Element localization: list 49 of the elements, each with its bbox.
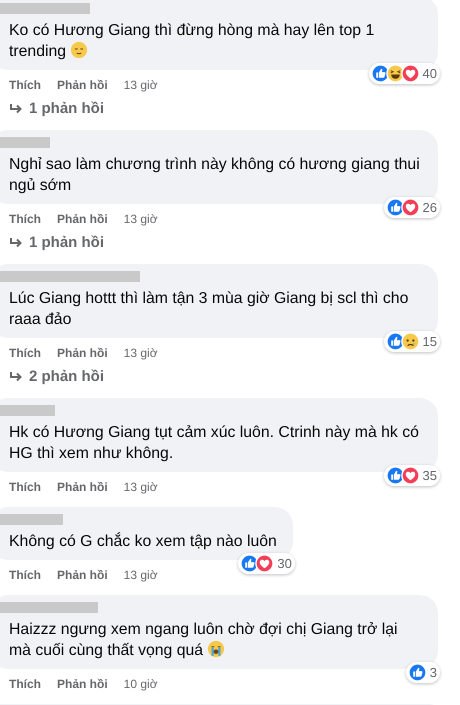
timestamp[interactable]: 10 giờ <box>124 677 158 691</box>
like-link[interactable]: Thích <box>9 677 41 691</box>
reaction-count: 26 <box>422 200 437 215</box>
crying-face-icon <box>207 640 226 658</box>
like-link[interactable]: Thích <box>9 78 41 92</box>
redacted-name <box>0 137 50 148</box>
reply-arrow-icon <box>9 102 23 114</box>
reply-link[interactable]: Phản hồi <box>57 568 108 582</box>
reaction-count: 30 <box>277 556 292 571</box>
reply-link[interactable]: Phản hồi <box>57 346 108 360</box>
reaction-badge[interactable]: 35 <box>384 465 440 486</box>
like-icon <box>408 663 427 682</box>
timestamp[interactable]: 13 giờ <box>124 346 158 360</box>
comment-text: Nghỉ sao làm chương trình này không có hương giang thui ngủ sớm <box>9 155 421 196</box>
reaction-badge[interactable]: 40 <box>368 63 440 84</box>
replies-link[interactable]: 1 phản hồi <box>29 100 104 117</box>
reaction-count: 35 <box>422 468 437 483</box>
reaction-count: 3 <box>430 665 437 680</box>
like-link[interactable]: Thích <box>9 346 41 360</box>
reaction-badge[interactable]: 26 <box>384 197 440 218</box>
reply-link[interactable]: Phản hồi <box>57 212 108 226</box>
comment-text: Haizzz ngưng xem ngang luôn chờ đợi chị Giang trở lại mà cuối cùng thất vọng quá <box>9 620 398 661</box>
sad-face-icon <box>400 332 420 351</box>
reply-link[interactable]: Phản hồi <box>57 78 108 92</box>
timestamp[interactable]: 13 giờ <box>124 568 158 582</box>
relieved-face-icon <box>70 41 88 59</box>
reaction-badge[interactable]: 30 <box>238 553 295 574</box>
like-link[interactable]: Thích <box>9 480 41 494</box>
comment-text: Lúc Giang hottt thì làm tận 3 mùa giờ Giang bị scl thì cho raaa đảo <box>9 289 410 330</box>
timestamp[interactable]: 13 giờ <box>124 480 158 494</box>
timestamp[interactable]: 13 giờ <box>124 212 158 226</box>
reaction-badge[interactable]: 3 <box>406 662 440 683</box>
reply-link[interactable]: Phản hồi <box>57 480 108 494</box>
reply-link[interactable]: Phản hồi <box>57 677 108 691</box>
reply-arrow-icon <box>9 370 23 382</box>
like-link[interactable]: Thích <box>9 568 41 582</box>
reply-arrow-icon <box>9 236 23 248</box>
comment-text: Ko có Hương Giang thì đừng hòng mà hay lên top 1 trending <box>9 21 376 62</box>
reaction-count: 15 <box>422 334 437 349</box>
reaction-count: 40 <box>422 66 437 81</box>
like-link[interactable]: Thích <box>9 212 41 226</box>
redacted-name <box>0 514 63 525</box>
replies-link[interactable]: 1 phản hồi <box>29 234 104 251</box>
redacted-name <box>0 405 55 416</box>
comment-text: Hk có Hương Giang tụt cảm xúc luôn. Ctrinh này mà hk có HG thì xem như không. <box>9 423 420 464</box>
replies-link[interactable]: 2 phản hồi <box>29 368 104 385</box>
reaction-badge[interactable]: 15 <box>384 331 440 352</box>
timestamp[interactable]: 13 giờ <box>124 78 158 92</box>
comment-text: Không có G chắc ko xem tập nào luôn <box>9 531 277 552</box>
